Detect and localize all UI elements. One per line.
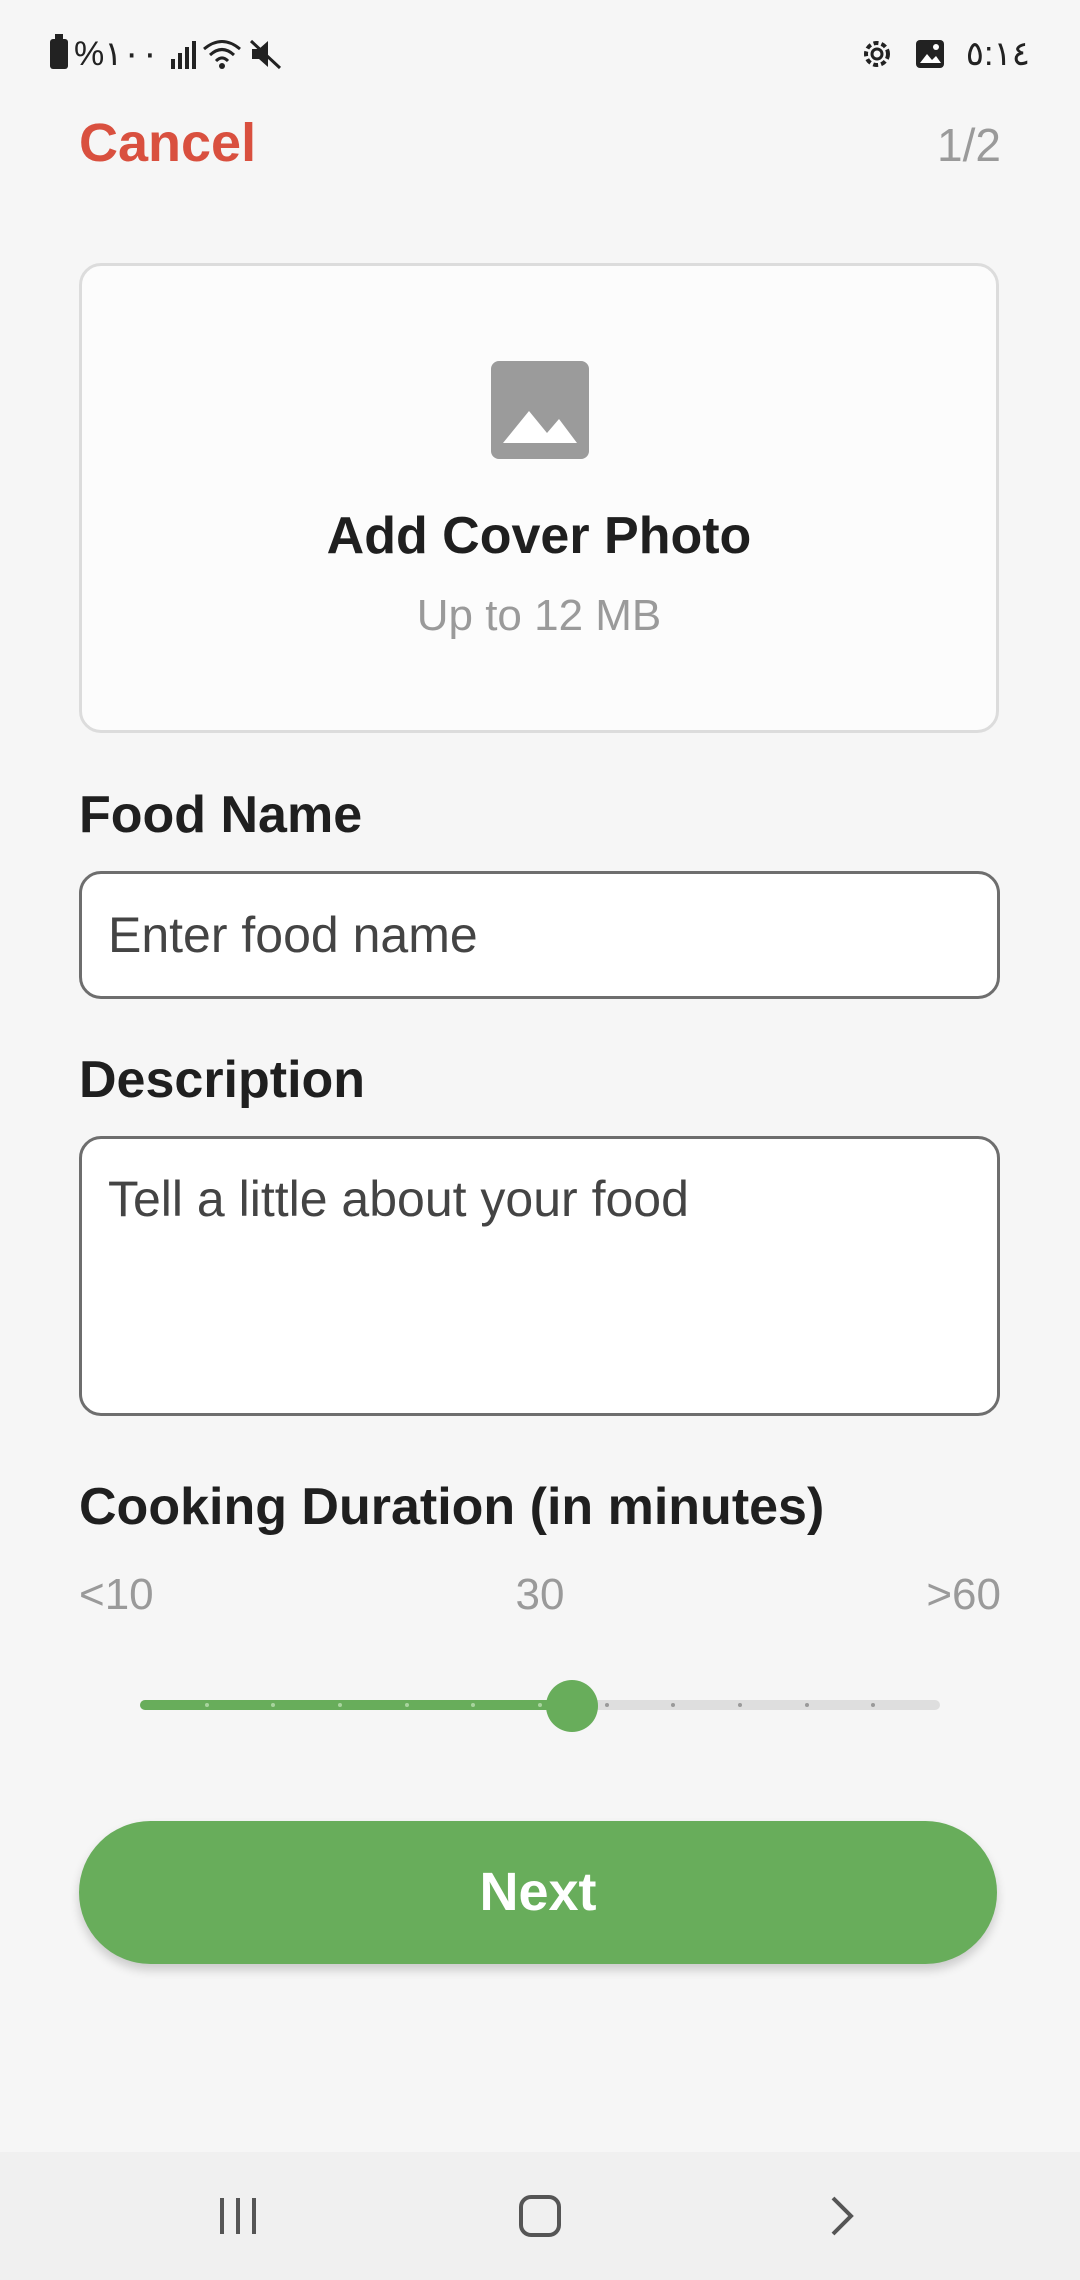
home-button[interactable] [500,2182,580,2250]
step-indicator: 1/2 [937,119,1001,171]
home-icon [519,2195,561,2237]
settings-icon [863,41,890,67]
clock: ٥:١٤ [965,35,1030,73]
battery-icon [50,34,68,69]
slider-tick [738,1703,742,1707]
cooking-duration-slider[interactable] [140,1680,940,1732]
slider-tick [671,1703,675,1707]
battery-percentage: %١٠٠ [74,35,160,73]
next-button[interactable]: Next [79,1821,997,1964]
food-name-label: Food Name [79,786,363,844]
gallery-icon [915,40,944,68]
description-label: Description [79,1051,366,1109]
status-bar: %١٠٠ ٥:١٤ [0,0,1080,110]
food-name-input[interactable] [79,871,1000,999]
slider-tick [871,1703,875,1707]
back-button[interactable] [802,2182,882,2250]
image-icon [491,361,589,459]
cooking-duration-label: Cooking Duration (in minutes) [79,1478,825,1536]
slider-tick [405,1703,409,1707]
screen: %١٠٠ ٥:١٤ Cancel 1/2 Add Cover Photo Up … [0,0,1080,2280]
slider-thumb[interactable] [546,1680,598,1732]
slider-tick [605,1703,609,1707]
mute-icon [250,39,282,70]
signal-icon [171,39,197,69]
recent-apps-icon [220,2198,256,2234]
duration-max-label: >60 [926,1570,1001,1619]
slider-tick [471,1703,475,1707]
cover-photo-title: Add Cover Photo [326,507,752,565]
slider-tick [805,1703,809,1707]
wifi-icon [203,40,241,69]
slider-tick [271,1703,275,1707]
navigation-bar [0,2152,1080,2280]
back-icon [831,2196,854,2236]
slider-tick [538,1703,542,1707]
status-right: ٥:١٤ [860,34,1030,74]
duration-current-label: 30 [515,1570,565,1619]
recent-apps-button[interactable] [198,2182,278,2250]
description-input[interactable] [79,1136,1000,1416]
cancel-button[interactable]: Cancel [79,112,256,174]
add-cover-photo-card[interactable]: Add Cover Photo Up to 12 MB [79,263,999,733]
status-left: %١٠٠ [50,34,284,74]
slider-tick [205,1703,209,1707]
slider-tick [338,1703,342,1707]
cover-photo-size-hint: Up to 12 MB [416,591,662,640]
